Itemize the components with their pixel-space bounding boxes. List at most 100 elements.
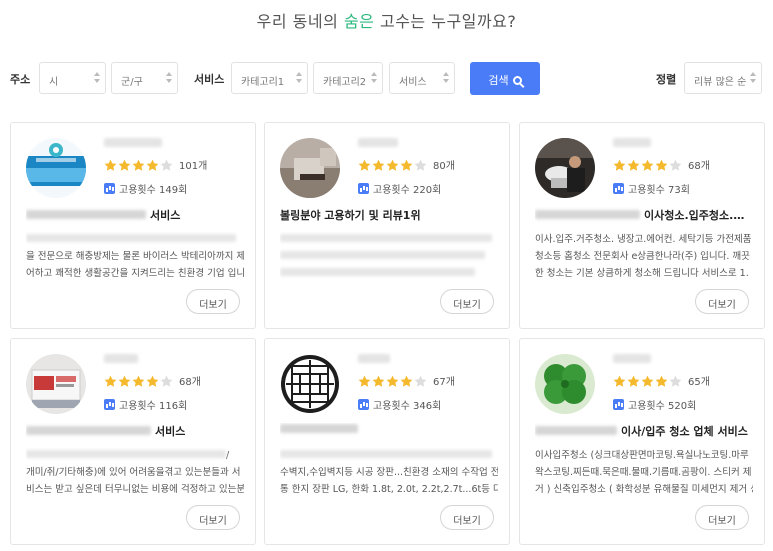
more-button[interactable]: 더보기 (186, 505, 240, 530)
more-button[interactable]: 더보기 (695, 505, 749, 530)
service-title-text: 볼링분야 고용하기 및 리뷰1위 (280, 209, 421, 222)
select-arrows-icon (296, 72, 302, 85)
star-icon (414, 159, 427, 172)
pro-card[interactable]: 80개 고용횟수 220회 볼링분야 고용하기 및 리뷰1위 더보기 (264, 122, 510, 329)
hire-count: 고용횟수 520회 (613, 397, 696, 412)
service-select[interactable]: 서비스 (389, 62, 455, 94)
star-icon (627, 375, 640, 388)
pro-card[interactable]: 68개 고용횟수 73회 이사청소.입주청소.… 이사.입주.거주청소. 냉장고… (519, 122, 765, 329)
hire-count-text: 고용횟수 220회 (373, 185, 442, 196)
service-description: 수벽지,수입벽지등 시공 장판...친환경 소재의 수작업 전 통 한지 장판 … (280, 447, 498, 495)
search-button[interactable]: 검색 (470, 62, 540, 95)
district-select-value: 군/구 (121, 77, 143, 88)
sort-select[interactable]: 리뷰 많은 순 (684, 62, 762, 94)
desc-line: 개미/쥐/기타해충)에 있어 어려움을겪고 있는분들과 서 (26, 467, 241, 478)
category2-select-value: 카테고리2 (323, 77, 367, 88)
desc-line: 수벽지,수입벽지등 시공 장판...친환경 소재의 수작업 전 (280, 467, 498, 478)
review-count: 68개 (688, 161, 710, 172)
star-icon (627, 159, 640, 172)
city-select-value: 시 (49, 77, 59, 88)
district-select[interactable]: 군/구 (111, 62, 178, 94)
sort-label: 정렬 (656, 73, 677, 86)
city-select[interactable]: 시 (39, 62, 106, 94)
service-title (280, 423, 500, 439)
star-icon (655, 159, 668, 172)
desc-line: 을 전문으로 해충방제는 물론 바이러스 박테리아까지 제 (26, 251, 244, 262)
cleaning-worker-photo-icon (535, 138, 595, 198)
service-title-text: 서비스 (155, 425, 186, 438)
pro-name-blurred (104, 354, 138, 363)
filter-bar: 주소 시 군/구 서비스 카테고리1 카테고리2 서비스 검색 정렬 리뷰 많은… (0, 62, 773, 96)
star-icon (613, 375, 626, 388)
more-button[interactable]: 더보기 (440, 289, 494, 314)
rating-stars: 67개 (358, 373, 455, 388)
title-blurred (280, 424, 358, 433)
select-arrows-icon (166, 72, 172, 85)
pro-card[interactable]: 68개 고용횟수 116회 서비스 / 개미/쥐/기타해충)에 있어 어려움을겪… (10, 338, 256, 545)
star-icon (386, 159, 399, 172)
pro-name-blurred (613, 354, 651, 363)
bar-chart-icon (104, 183, 115, 194)
star-icon (400, 375, 413, 388)
hire-count-text: 고용횟수 116회 (119, 401, 188, 412)
service-label: 서비스 (194, 73, 225, 86)
star-icon (104, 159, 117, 172)
pro-name-blurred (104, 138, 162, 147)
service-description: 이사.입주.거주청소. 냉장고.에어컨. 세탁기등 가전제품 청소등 홈청소 전… (535, 231, 753, 279)
headline-text-start: 우리 동네의 (256, 12, 344, 31)
hire-count-text: 고용횟수 346회 (373, 401, 442, 412)
review-count: 67개 (433, 377, 455, 388)
star-icon (641, 375, 654, 388)
review-count: 65개 (688, 377, 710, 388)
clover-photo-icon (535, 354, 595, 414)
desc-line: 비스는 받고 싶은데 터무니없는 비용에 걱정하고 있는분 (26, 484, 244, 495)
star-icon (160, 375, 173, 388)
category1-select[interactable]: 카테고리1 (231, 62, 308, 94)
hire-count: 고용횟수 346회 (358, 397, 441, 412)
star-icon (132, 375, 145, 388)
star-icon (358, 375, 371, 388)
pro-name-blurred (613, 138, 651, 147)
desc-blurred (26, 450, 226, 458)
more-button[interactable]: 더보기 (186, 289, 240, 314)
pro-card[interactable]: 65개 고용횟수 520회 이사/입주 청소 업체 서비스 이사입주청소 (싱크… (519, 338, 765, 545)
search-button-label: 검색 (488, 74, 509, 87)
star-icon (132, 159, 145, 172)
service-description: / 개미/쥐/기타해충)에 있어 어려움을겪고 있는분들과 서 비스는 받고 싶… (26, 447, 244, 495)
desc-line: 통 한지 장판 LG, 한화 1.8t, 2.0t, 2.2t,2.7t...6… (280, 484, 498, 495)
hire-count-text: 고용횟수 73회 (628, 185, 690, 196)
star-icon (160, 159, 173, 172)
sort-select-value: 리뷰 많은 순 (694, 77, 747, 88)
desc-blurred (26, 234, 236, 242)
desc-blurred (280, 251, 485, 259)
category2-select[interactable]: 카테고리2 (313, 62, 383, 94)
hire-count-text: 고용횟수 149회 (119, 185, 188, 196)
more-button[interactable]: 더보기 (440, 505, 494, 530)
service-description: 이사입주청소 (싱크대상판면마코팅.욕실나노코팅.마루 왁스코팅.찌든때.묵은때… (535, 447, 753, 495)
bar-chart-icon (358, 183, 369, 194)
category1-select-value: 카테고리1 (241, 77, 285, 88)
rating-stars: 65개 (613, 373, 710, 388)
service-title: 이사청소.입주청소.… (535, 207, 755, 223)
service-title: 서비스 (26, 207, 246, 223)
rating-stars: 80개 (358, 157, 455, 172)
pro-card[interactable]: 101개 고용횟수 149회 서비스 을 전문으로 해충방제는 물론 바이러스 … (10, 122, 256, 329)
service-description: 을 전문으로 해충방제는 물론 바이러스 박테리아까지 제 어하고 쾌적한 생활… (26, 231, 244, 279)
headline-accent: 숨은 (343, 12, 375, 31)
star-icon (118, 375, 131, 388)
select-arrows-icon (371, 72, 377, 85)
star-icon (655, 375, 668, 388)
bar-chart-icon (358, 399, 369, 410)
desc-blurred (280, 268, 475, 276)
title-blurred (26, 210, 146, 219)
service-title: 이사/입주 청소 업체 서비스 (535, 423, 755, 439)
more-button[interactable]: 더보기 (695, 289, 749, 314)
pro-card[interactable]: 67개 고용횟수 346회 수벽지,수입벽지등 시공 장판...친환경 소재의 … (264, 338, 510, 545)
star-icon (104, 375, 117, 388)
page-headline: 우리 동네의 숨은 고수는 누구일까요? (0, 8, 773, 32)
review-count: 68개 (179, 377, 201, 388)
headline-text-end: 고수는 누구일까요? (374, 12, 517, 31)
title-blurred (26, 426, 151, 435)
pest-service-photo-icon (26, 354, 86, 414)
desc-line: 거 ) 신축입주청소 ( 화학성분 유해물질 미세먼지 제거 싱 (535, 484, 753, 495)
